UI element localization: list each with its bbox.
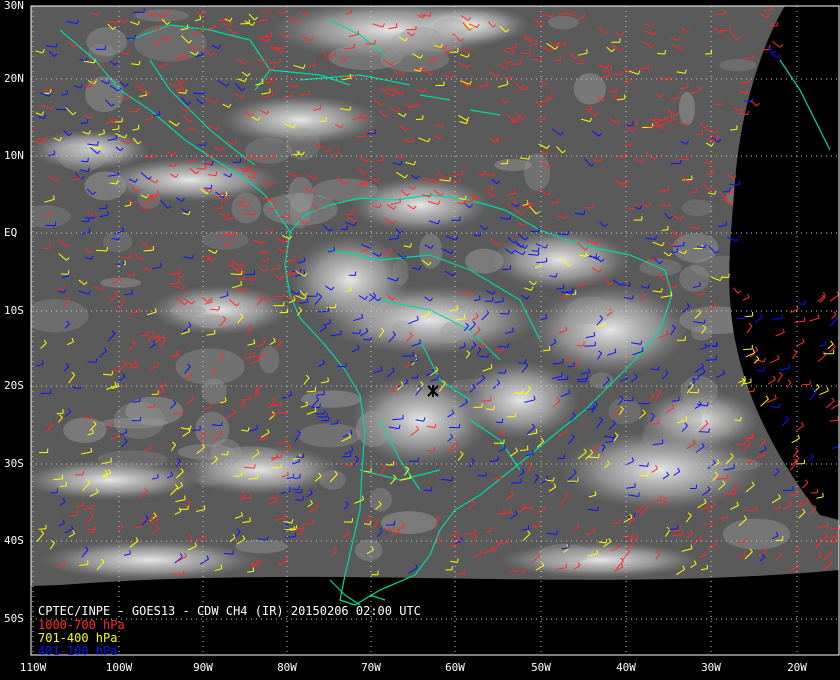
cloud-patch bbox=[490, 230, 630, 290]
lon-label-90w: 90W bbox=[193, 661, 213, 674]
lon-label-80w: 80W bbox=[277, 661, 297, 674]
lat-label-40s: 40S bbox=[4, 534, 24, 547]
cloud-patch bbox=[566, 296, 614, 324]
cloud-patch bbox=[530, 285, 690, 375]
lon-label-100w: 100W bbox=[105, 661, 133, 674]
lon-label-40w: 40W bbox=[616, 661, 636, 674]
lat-label-10s: 10S bbox=[4, 304, 24, 317]
cloud-patch bbox=[681, 199, 713, 217]
cloud-patch bbox=[84, 171, 127, 201]
cloud-patch bbox=[194, 314, 231, 329]
cloud-patch bbox=[135, 9, 189, 22]
cloud-patch bbox=[494, 158, 532, 172]
cloud-patch bbox=[722, 518, 791, 550]
cloud-patch bbox=[170, 305, 206, 316]
cloud-patch bbox=[301, 390, 362, 408]
cloud-patch bbox=[87, 44, 115, 63]
lon-label-50w: 50W bbox=[531, 661, 551, 674]
cloud-patch bbox=[31, 460, 200, 500]
satellite-wind-map bbox=[0, 0, 840, 680]
lon-label-20w: 20W bbox=[787, 661, 807, 674]
cloud-patch bbox=[419, 233, 443, 269]
cloud-patch bbox=[63, 417, 107, 444]
cloud-patch bbox=[500, 542, 700, 578]
cloud-patch bbox=[97, 450, 168, 468]
image-title: CPTEC/INPE - GOES13 - CDW CH4 (IR) 20150… bbox=[38, 604, 421, 618]
lat-label-30s: 30S bbox=[4, 457, 24, 470]
legend-high-level: 401-100 hPa bbox=[38, 644, 118, 658]
cloud-patch bbox=[175, 348, 245, 385]
cloud-patch bbox=[259, 345, 280, 374]
cloud-patch bbox=[355, 410, 393, 447]
lat-label-10n: 10N bbox=[4, 149, 24, 162]
cloud-patch bbox=[417, 37, 462, 52]
cloud-patch bbox=[177, 444, 236, 460]
cloud-patch bbox=[320, 285, 540, 355]
cloud-patch bbox=[680, 375, 718, 407]
cloud-patch bbox=[538, 543, 591, 564]
lat-label-20n: 20N bbox=[4, 72, 24, 85]
cloud-patch bbox=[40, 540, 260, 580]
cloud-patch bbox=[547, 15, 579, 30]
cloud-patch bbox=[369, 487, 392, 512]
cloud-patch bbox=[355, 539, 383, 562]
cloud-patch bbox=[678, 91, 696, 126]
lat-label-eq: EQ bbox=[4, 226, 18, 239]
cloud-patch bbox=[59, 146, 105, 172]
cloud-patch bbox=[231, 192, 262, 224]
cloud-patch bbox=[298, 423, 362, 448]
cloud-patch bbox=[100, 277, 142, 288]
cloud-patch bbox=[328, 44, 403, 71]
cloud-patch bbox=[197, 474, 224, 486]
cloud-patch bbox=[134, 24, 207, 62]
lat-label-20s: 20S bbox=[4, 379, 24, 392]
lon-label-30w: 30W bbox=[701, 661, 721, 674]
cloud-patch bbox=[719, 458, 761, 471]
lat-label-30n: 30N bbox=[4, 0, 24, 12]
lon-label-70w: 70W bbox=[361, 661, 381, 674]
cloud-patch bbox=[244, 137, 293, 164]
cloud-patch bbox=[31, 298, 89, 333]
cloud-patch bbox=[380, 511, 438, 535]
lat-label-50s: 50S bbox=[4, 612, 24, 625]
cloud-patch bbox=[719, 58, 757, 72]
lon-label-110w: 110W bbox=[19, 661, 47, 674]
cloud-patch bbox=[392, 258, 409, 286]
lon-label-60w: 60W bbox=[445, 661, 465, 674]
